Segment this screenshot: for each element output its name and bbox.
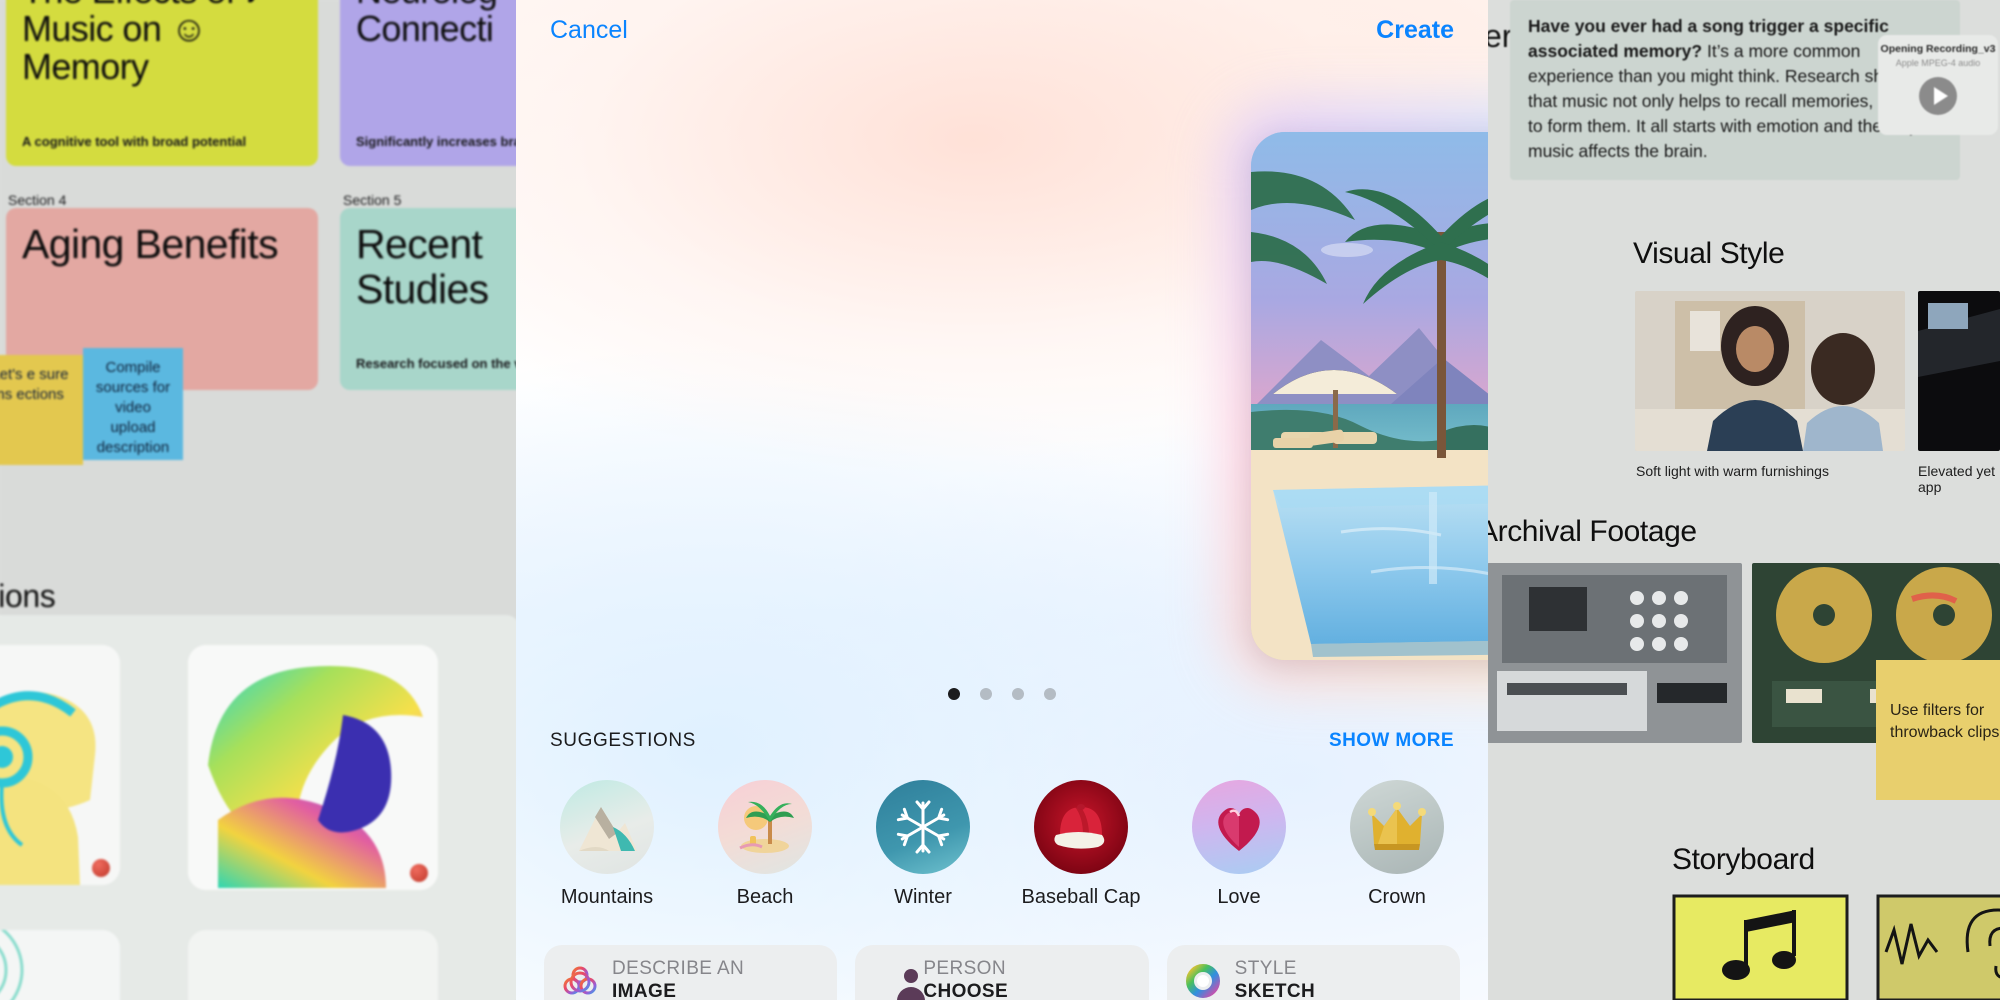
page-dot-2[interactable] [980,688,992,700]
tropical-pool-sunset-illustration-icon [1251,132,1488,660]
generated-image-container[interactable] [1223,104,1488,688]
piano-photo-icon [1918,291,2000,451]
illustration-tile-d[interactable] [188,930,438,1000]
play-icon[interactable] [1919,77,1957,115]
audio-subtitle: Apple MPEG-4 audio [1895,58,1981,68]
interview-photo-icon [1635,291,1905,451]
section-heading-visual-style: Visual Style [1633,237,1785,270]
section-label-4: Section 4 [8,192,67,208]
mountain-icon [560,780,654,874]
slide-title: The Effects of ♪ Music on ☺ Memory [22,0,262,87]
page-dot-4[interactable] [1044,688,1056,700]
image-playground-sheet: Cancel Create SUGGESTIONS SHOW MORE [516,0,1488,1000]
photo-archival-console[interactable] [1487,563,1742,743]
suggestions-heading: SUGGESTIONS [550,730,696,751]
illustrations-heading: strations [0,578,56,614]
audio-title: Opening Recording_v3 [1880,43,1996,55]
sticky-note-blue[interactable]: Compile sources for video upload descrip… [83,348,183,460]
slide-card-effects-of-music[interactable]: The Effects of ♪ Music on ☺ Memory A cog… [6,0,318,166]
show-more-button[interactable]: SHOW MORE [1329,730,1454,752]
page-dot-3[interactable] [1012,688,1024,700]
heart-icon [1192,780,1286,874]
sticky-note-yellow[interactable]: A: Let's e sure aligns ections [0,355,83,465]
crown-icon [1350,780,1444,874]
page-dot-1[interactable] [948,688,960,700]
section-label-5: Section 5 [343,192,402,208]
apple-emoji-badge [92,859,110,877]
rainbow-hair-portrait-icon [188,645,438,890]
left-presentation-board: The Effects of ♪ Music on ☺ Memory A cog… [0,0,640,1000]
audio-attachment-chip[interactable]: Opening Recording_v3 Apple MPEG-4 audio [1878,35,1998,135]
slide-title: Aging Benefits [22,221,279,267]
photo-interview[interactable] [1635,291,1905,451]
illustration-tile-c[interactable] [0,930,120,1000]
sticky-note-filters[interactable]: Use filters for throwback clips [1876,660,2000,800]
cancel-button[interactable]: Cancel [550,16,628,45]
generated-image[interactable] [1251,132,1488,660]
headphones-portrait-icon [0,645,120,885]
storyboard-frame-ear-waveform[interactable] [1872,890,2000,1000]
photo-caption-2: Elevated yet app [1918,463,1996,495]
snowflake-icon [876,780,970,874]
section-heading-archival-footage: Archival Footage [1478,515,1697,548]
photo-piano[interactable] [1918,291,2000,451]
sketch-music-note-icon [1672,894,1849,1000]
soundwave-illustration-icon [0,930,120,1000]
page-indicator[interactable] [516,688,1488,700]
archival-console-icon [1487,563,1742,743]
storyboard-frame-music-note[interactable] [1668,890,1853,1000]
illustration-tile-rainbow-hair[interactable] [188,645,438,890]
baseball-cap-icon [1034,780,1128,874]
slide-subtitle: A cognitive tool with broad potential [22,134,247,149]
sketch-ear-waveform-icon [1876,894,2000,1000]
document-paragraph-block: Have you ever had a song trigger a speci… [1510,0,1998,180]
bottom-fade [516,880,1488,1000]
sheet-toolbar: Cancel Create [516,0,1488,60]
illustration-tile-headphones[interactable] [0,645,120,885]
photo-caption-1: Soft light with warm furnishings [1636,463,1829,479]
suggestions-header-row: SUGGESTIONS SHOW MORE [516,730,1488,752]
palm-island-icon [718,780,812,874]
apple-emoji-badge [410,864,428,882]
create-button[interactable]: Create [1376,16,1454,45]
section-heading-storyboard: Storyboard [1672,843,1815,876]
